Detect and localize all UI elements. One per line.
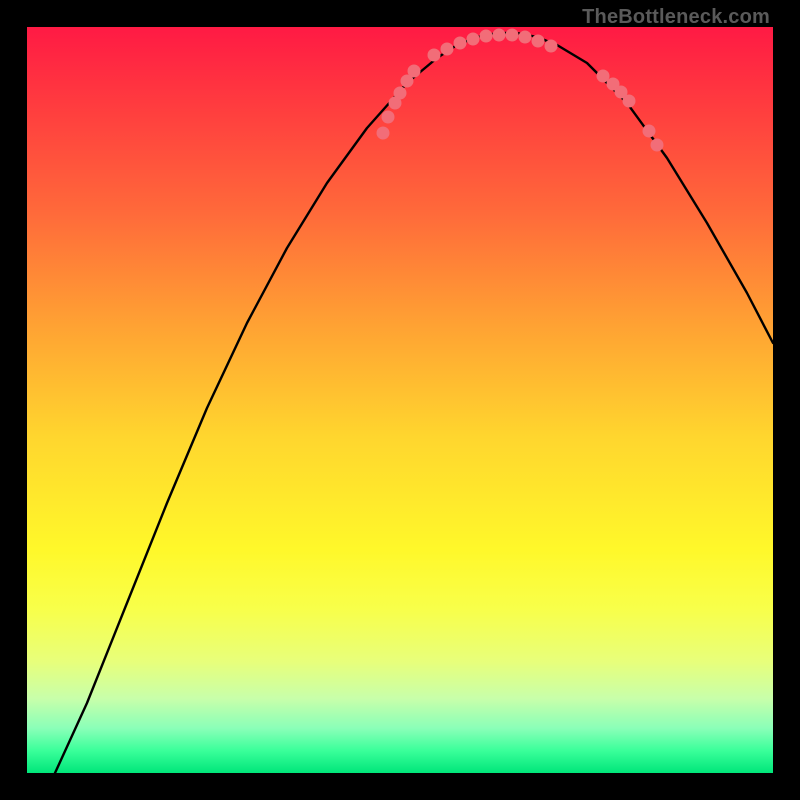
- data-point: [428, 49, 440, 61]
- data-point: [480, 30, 492, 42]
- data-point: [623, 95, 635, 107]
- data-point: [394, 87, 406, 99]
- data-point: [545, 40, 557, 52]
- data-point: [519, 31, 531, 43]
- data-point: [651, 139, 663, 151]
- data-point: [382, 111, 394, 123]
- data-point: [532, 35, 544, 47]
- data-point: [408, 65, 420, 77]
- markers-group: [377, 29, 663, 151]
- data-point: [441, 43, 453, 55]
- data-point: [377, 127, 389, 139]
- curve-path: [55, 33, 773, 773]
- data-point: [454, 37, 466, 49]
- data-point: [506, 29, 518, 41]
- attribution-label: TheBottleneck.com: [582, 6, 770, 29]
- chart-plot-area: [27, 27, 773, 773]
- data-point: [467, 33, 479, 45]
- curve-group: [55, 33, 773, 773]
- data-point: [597, 70, 609, 82]
- data-point: [493, 29, 505, 41]
- data-point: [643, 125, 655, 137]
- chart-svg: [27, 27, 773, 773]
- chart-container: TheBottleneck.com: [0, 0, 800, 800]
